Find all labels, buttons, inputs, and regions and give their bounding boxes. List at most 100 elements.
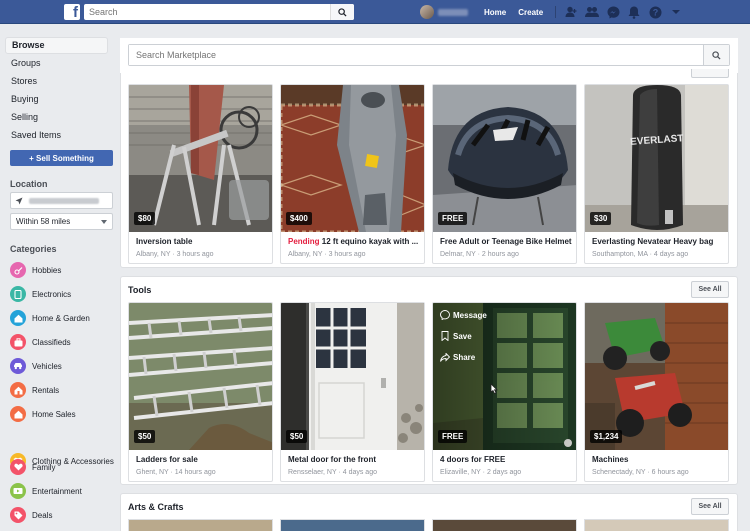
notifications-bell-icon[interactable]: [627, 5, 641, 19]
listing-photo[interactable]: [584, 519, 729, 531]
listing-price: $50: [134, 430, 156, 443]
listing-photo[interactable]: [129, 85, 272, 232]
global-search: [84, 4, 354, 20]
listing-title[interactable]: Metal door for the front: [288, 455, 423, 464]
facebook-logo[interactable]: f: [64, 4, 80, 20]
category-classifieds[interactable]: Classifieds: [10, 333, 115, 351]
category-entertainment[interactable]: Entertainment: [10, 482, 115, 500]
sidebar-item-browse[interactable]: Browse: [5, 37, 108, 54]
listing-photo[interactable]: [128, 519, 273, 531]
listing-title[interactable]: Everlasting Nevatear Heavy bag: [592, 237, 727, 246]
avatar[interactable]: [420, 5, 434, 19]
section-title[interactable]: Arts & Crafts: [128, 502, 184, 512]
messenger-icon: [440, 310, 450, 320]
account-menu-caret-icon[interactable]: [669, 5, 683, 19]
location-field[interactable]: [10, 192, 113, 209]
listing-photo[interactable]: [281, 85, 424, 232]
listing-title[interactable]: Pending 12 ft equino kayak with ...: [288, 237, 423, 246]
listing-card-hovered[interactable]: Message Save Share FREE 4 doors for FREE…: [432, 302, 577, 482]
listing-title[interactable]: Ladders for sale: [136, 455, 271, 464]
listing-photo[interactable]: [281, 303, 424, 450]
category-electronics[interactable]: Electronics: [10, 285, 115, 303]
svg-text:?: ?: [652, 7, 658, 17]
top-right-nav: Home Create ?: [420, 0, 690, 24]
see-all-button-cut[interactable]: [691, 69, 729, 78]
listing-title[interactable]: Machines: [592, 455, 727, 464]
listing-meta: Ghent, NY · 14 hours ago: [136, 469, 216, 476]
category-label: Home Sales: [32, 409, 76, 419]
hover-save-action[interactable]: Save: [440, 331, 472, 341]
nav-create-link[interactable]: Create: [518, 8, 543, 17]
category-label: Hobbies: [32, 265, 62, 275]
global-search-input[interactable]: [84, 4, 324, 20]
sell-something-button[interactable]: + Sell Something: [10, 150, 113, 166]
listing-photo[interactable]: Message Save Share: [433, 303, 576, 450]
listing-card[interactable]: $80 Inversion table Albany, NY · 3 hours…: [128, 84, 273, 264]
category-deals[interactable]: Deals: [10, 506, 115, 524]
search-icon: [712, 50, 721, 60]
messenger-icon[interactable]: [606, 5, 620, 19]
sidebar-item-saved-items[interactable]: Saved Items: [5, 127, 108, 144]
see-all-button[interactable]: See All: [691, 281, 729, 298]
marketplace-search: [128, 44, 730, 66]
listing-card[interactable]: EVERLAST $30 Everlasting Nevatear Heavy …: [584, 84, 729, 264]
share-icon: [440, 352, 450, 362]
listing-photo[interactable]: [129, 303, 272, 450]
mouse-cursor-icon: [490, 383, 498, 395]
listing-photo[interactable]: EVERLAST: [585, 85, 728, 232]
see-all-button[interactable]: See All: [691, 498, 729, 515]
listing-card[interactable]: $1,234 Machines Schenectady, NY · 6 hour…: [584, 302, 729, 482]
profile-name-blurred[interactable]: [438, 8, 468, 16]
sidebar-item-buying[interactable]: Buying: [5, 91, 108, 108]
sidebar-item-stores[interactable]: Stores: [5, 73, 108, 90]
category-label: Vehicles: [32, 361, 62, 371]
listing-meta: Rensselaer, NY · 4 days ago: [288, 469, 377, 476]
location-arrow-icon: [15, 197, 23, 204]
listings-section-arts-crafts: Arts & Crafts See All: [120, 493, 738, 531]
sidebar-item-selling[interactable]: Selling: [5, 109, 108, 126]
listing-card[interactable]: FREE Free Adult or Teenage Bike Helmet D…: [432, 84, 577, 264]
hover-share-action[interactable]: Share: [440, 352, 475, 362]
category-home-garden[interactable]: Home & Garden: [10, 309, 115, 327]
marketplace-sidebar: Browse Groups Stores Buying Selling Save…: [0, 24, 120, 531]
category-label: Home & Garden: [32, 313, 90, 323]
bookmark-icon: [440, 331, 450, 341]
listing-price: $400: [286, 212, 312, 225]
category-label: Family: [32, 462, 56, 472]
sidebar-item-groups[interactable]: Groups: [5, 55, 108, 72]
listing-title[interactable]: Free Adult or Teenage Bike Helmet: [440, 237, 575, 246]
listings-section-tools: Tools See All $50 Ladders for sale Ghent…: [120, 276, 738, 485]
listing-photo[interactable]: [433, 85, 576, 232]
family-icon: [10, 459, 26, 475]
listing-title-text: 12 ft equino kayak with ...: [319, 237, 419, 246]
hover-message-action[interactable]: Message: [440, 310, 487, 320]
listing-title[interactable]: 4 doors for FREE: [440, 455, 575, 464]
listing-photo[interactable]: [280, 519, 425, 531]
home-sales-icon: [10, 406, 26, 422]
category-home-sales[interactable]: Home Sales: [10, 405, 115, 423]
nav-home-link[interactable]: Home: [484, 8, 506, 17]
listing-card[interactable]: $50 Ladders for sale Ghent, NY · 14 hour…: [128, 302, 273, 482]
listing-photo[interactable]: [585, 303, 728, 450]
marketplace-search-input[interactable]: [129, 45, 699, 65]
listing-price: $30: [590, 212, 612, 225]
find-friends-icon[interactable]: [564, 5, 578, 19]
category-rentals[interactable]: Rentals: [10, 381, 115, 399]
category-hobbies[interactable]: Hobbies: [10, 261, 115, 279]
listing-card[interactable]: $400 Pending 12 ft equino kayak with ...…: [280, 84, 425, 264]
category-vehicles[interactable]: Vehicles: [10, 357, 115, 375]
radius-select[interactable]: Within 58 miles: [10, 213, 113, 230]
help-icon[interactable]: ?: [648, 5, 662, 19]
section-title[interactable]: Tools: [128, 285, 151, 295]
listing-meta: Elizaville, NY · 2 days ago: [440, 469, 522, 476]
classifieds-icon: [10, 334, 26, 350]
friend-requests-icon[interactable]: [585, 5, 600, 19]
global-search-button[interactable]: [330, 4, 354, 20]
category-family[interactable]: Family: [10, 458, 115, 476]
listing-card[interactable]: $50 Metal door for the front Rensselaer,…: [280, 302, 425, 482]
listing-photo[interactable]: [432, 519, 577, 531]
marketplace-search-button[interactable]: [703, 45, 729, 65]
listing-meta: Albany, NY · 3 hours ago: [136, 251, 214, 258]
vehicles-icon: [10, 358, 26, 374]
listing-title[interactable]: Inversion table: [136, 237, 271, 246]
